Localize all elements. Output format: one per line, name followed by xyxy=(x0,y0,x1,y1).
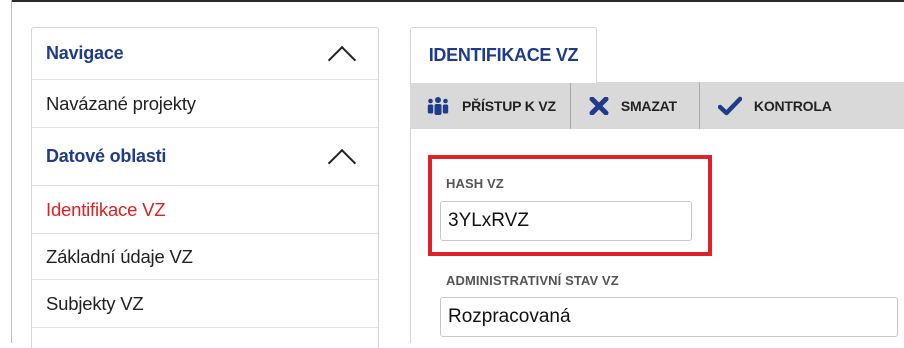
nav-item-linked-projects[interactable]: Navázané projekty xyxy=(32,80,378,128)
status-value: Rozpracovaná xyxy=(448,306,571,327)
nav-item-identifikace[interactable]: Identifikace VZ xyxy=(32,186,378,234)
chevron-up-icon[interactable] xyxy=(327,45,357,74)
check-button[interactable]: KONTROLA xyxy=(700,83,846,129)
data-areas-header[interactable]: Datové oblasti xyxy=(32,128,378,186)
delete-button[interactable]: SMAZAT xyxy=(571,83,700,129)
check-label: KONTROLA xyxy=(753,98,832,114)
data-areas-title: Datové oblasti xyxy=(46,146,167,166)
status-label: ADMINISTRATIVNÍ STAV VZ xyxy=(446,273,619,288)
hash-field[interactable]: 3YLxRVZ xyxy=(440,201,692,241)
delete-label: SMAZAT xyxy=(620,98,677,114)
nav-item-label: Subjekty VZ xyxy=(46,292,144,314)
tab-identifikace-vz[interactable]: IDENTIFIKACE VZ xyxy=(410,27,597,83)
hash-label: HASH VZ xyxy=(446,176,504,191)
nav-item-zakladni-udaje[interactable]: Základní údaje VZ xyxy=(32,234,378,280)
checkmark-icon xyxy=(717,96,742,116)
nav-item-label: Identifikace VZ xyxy=(46,198,166,220)
nav-item-subjekty[interactable]: Subjekty VZ xyxy=(32,280,378,328)
toolbar: PŘÍSTUP K VZ SMAZAT KONTROLA xyxy=(410,83,904,129)
window-left-edge xyxy=(0,0,12,343)
chevron-up-icon[interactable] xyxy=(327,148,357,177)
status-field[interactable]: Rozpracovaná xyxy=(440,297,898,337)
access-label: PŘÍSTUP K VZ xyxy=(462,98,556,114)
close-icon xyxy=(589,97,609,115)
nav-item-label: Navázané projekty xyxy=(46,92,196,114)
window-top-edge xyxy=(0,0,904,2)
navigation-header[interactable]: Navigace xyxy=(32,28,378,80)
navigation-panel: Navigace Navázané projekty Datové oblast… xyxy=(31,27,379,348)
people-icon xyxy=(426,96,450,116)
tab-label: IDENTIFIKACE VZ xyxy=(428,45,579,65)
hash-value: 3YLxRVZ xyxy=(448,210,529,231)
navigation-title: Navigace xyxy=(46,43,124,63)
nav-item-label: Základní údaje VZ xyxy=(46,245,193,267)
access-button[interactable]: PŘÍSTUP K VZ xyxy=(410,83,571,129)
